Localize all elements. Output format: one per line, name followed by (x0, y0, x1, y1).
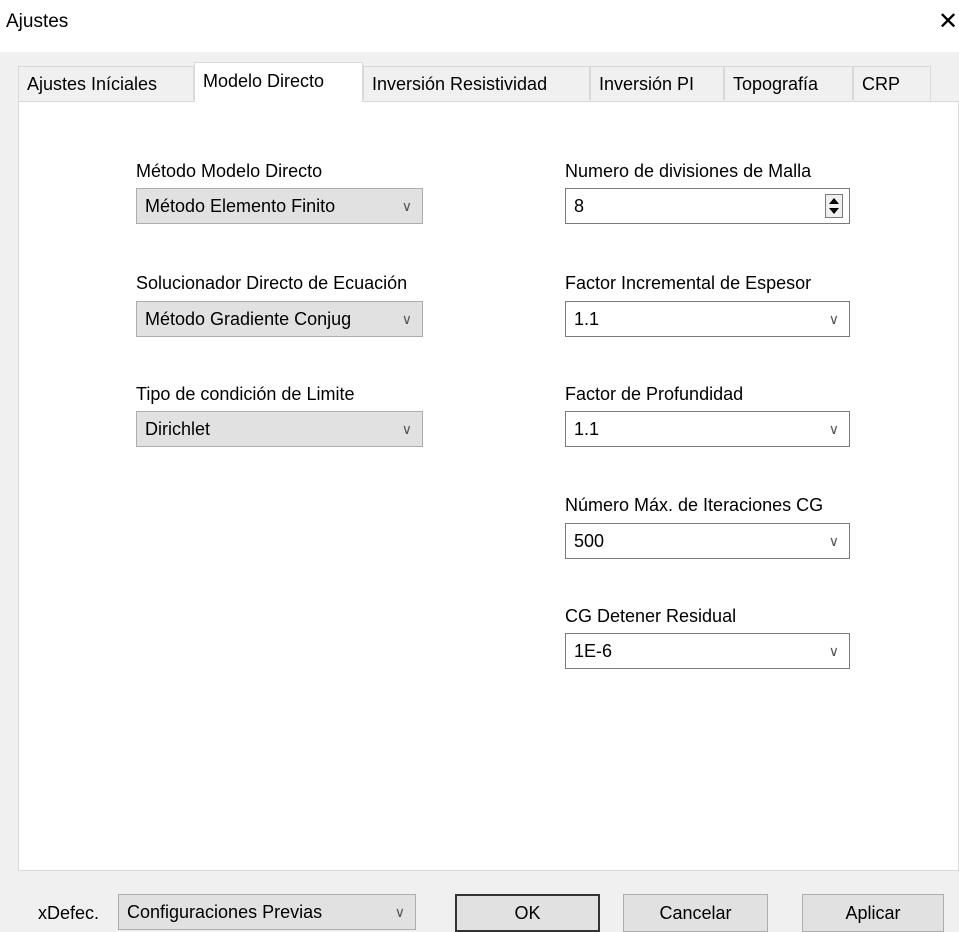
tab-inversion-resistividad[interactable]: Inversión Resistividad (363, 66, 590, 100)
profundidad-select[interactable]: 1.1 ∨ (565, 411, 850, 447)
title-bar: Ajustes ✕ (0, 0, 959, 52)
iteraciones-label: Número Máx. de Iteraciones CG (565, 495, 824, 515)
profundidad-label: Factor de Profundidad (565, 384, 744, 404)
xdefec-label: xDefec. (38, 903, 100, 923)
configuraciones-previas-value: Configuraciones Previas (127, 902, 323, 922)
apply-button[interactable]: Aplicar (802, 894, 944, 932)
limite-select[interactable]: Dirichlet ∨ (136, 411, 423, 447)
solucionador-select[interactable]: Método Gradiente Conjug ∨ (136, 301, 423, 337)
tab-modelo-directo[interactable]: Modelo Directo (194, 62, 363, 102)
tab-crp[interactable]: CRP (853, 66, 931, 100)
divisiones-malla-spinner[interactable]: 8 (565, 188, 850, 224)
espesor-value: 1.1 (574, 309, 600, 329)
chevron-down-icon: ∨ (401, 311, 412, 327)
espesor-label: Factor Incremental de Espesor (565, 273, 812, 293)
metodo-modelo-select[interactable]: Método Elemento Finito ∨ (136, 188, 423, 224)
spinner-down-icon[interactable] (829, 208, 839, 214)
tab-inversion-pi[interactable]: Inversión PI (590, 66, 724, 100)
close-icon[interactable]: ✕ (938, 10, 958, 34)
metodo-modelo-label: Método Modelo Directo (136, 161, 323, 181)
chevron-down-icon: ∨ (828, 533, 839, 549)
window-title: Ajustes (6, 11, 69, 32)
limite-label: Tipo de condición de Limite (136, 384, 355, 404)
tab-panel-modelo-directo: Método Modelo Directo Método Elemento Fi… (18, 101, 959, 871)
chevron-down-icon: ∨ (828, 643, 839, 659)
profundidad-value: 1.1 (574, 419, 600, 439)
tab-ajustes-iniciales[interactable]: Ajustes Iníciales (18, 66, 194, 100)
chevron-down-icon: ∨ (828, 421, 839, 437)
residual-select[interactable]: 1E-6 ∨ (565, 633, 850, 669)
solucionador-label: Solucionador Directo de Ecuación (136, 273, 408, 293)
ok-button[interactable]: OK (455, 894, 600, 932)
solucionador-value: Método Gradiente Conjug (145, 309, 352, 329)
divisiones-malla-label: Numero de divisiones de Malla (565, 161, 812, 181)
chevron-down-icon: ∨ (401, 198, 412, 214)
chevron-down-icon: ∨ (828, 311, 839, 327)
chevron-down-icon: ∨ (394, 904, 405, 920)
configuraciones-previas-select[interactable]: Configuraciones Previas ∨ (118, 894, 416, 930)
metodo-modelo-value: Método Elemento Finito (145, 196, 336, 216)
limite-value: Dirichlet (145, 419, 211, 439)
cancel-button[interactable]: Cancelar (623, 894, 768, 932)
residual-label: CG Detener Residual (565, 606, 737, 626)
spinner-up-icon[interactable] (829, 198, 839, 204)
iteraciones-select[interactable]: 500 ∨ (565, 523, 850, 559)
iteraciones-value: 500 (574, 531, 605, 551)
tab-topografia[interactable]: Topografía (724, 66, 853, 100)
chevron-down-icon: ∨ (401, 421, 412, 437)
divisiones-malla-value: 8 (574, 196, 585, 216)
spinner-icon[interactable] (825, 194, 843, 218)
residual-value: 1E-6 (574, 641, 613, 661)
espesor-select[interactable]: 1.1 ∨ (565, 301, 850, 337)
